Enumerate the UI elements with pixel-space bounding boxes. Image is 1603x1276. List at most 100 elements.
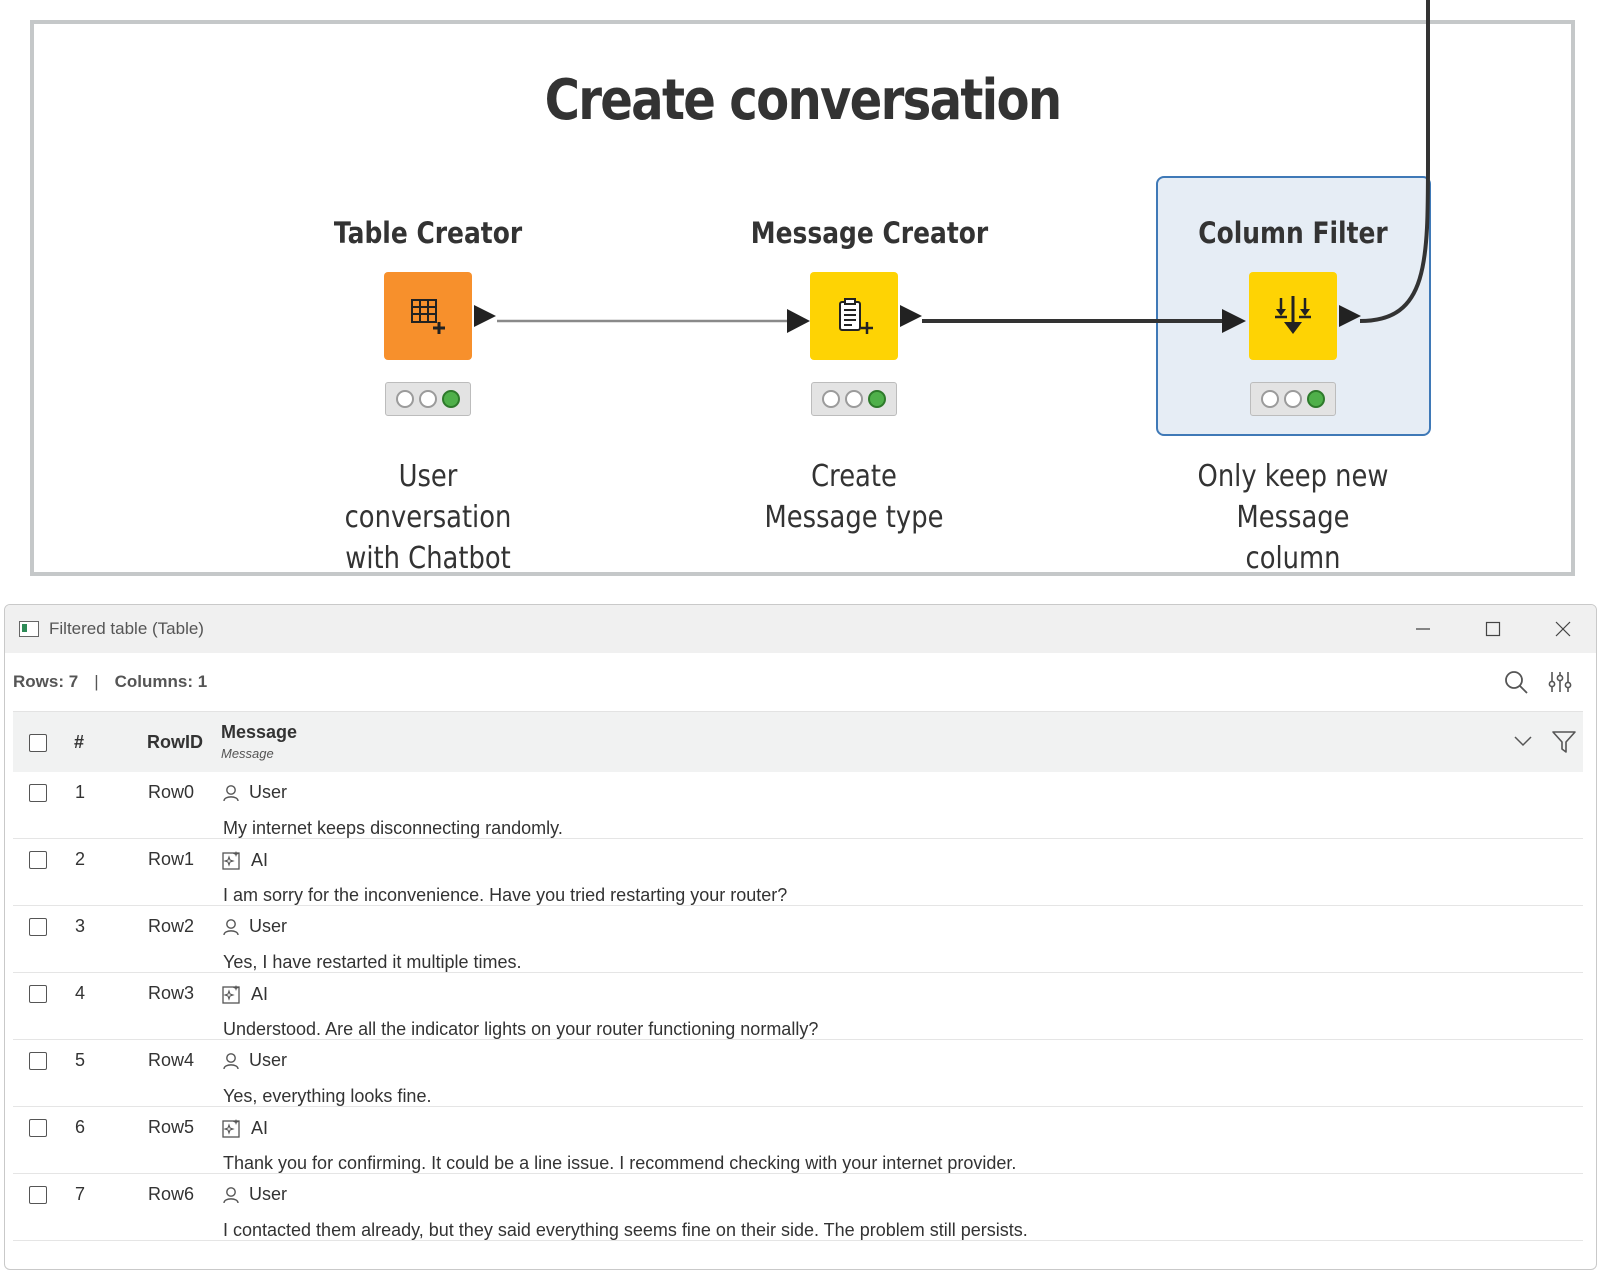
column-filter-button[interactable] [1551, 729, 1577, 760]
row-checkbox[interactable] [29, 784, 47, 802]
row-checkbox[interactable] [29, 1052, 47, 1070]
message-role-label: AI [251, 849, 269, 870]
table-row[interactable]: 1 Row0 User My internet keeps disconnecting… [13, 772, 1583, 839]
table-header-row: # RowID Message Message [13, 711, 1583, 772]
status-light-green [442, 390, 460, 408]
status-light-green [1307, 390, 1325, 408]
node-table-creator[interactable]: Table Creator User conversation with Cha… [308, 216, 548, 579]
node-icon-box[interactable] [384, 272, 496, 360]
settings-button[interactable] [1547, 669, 1573, 700]
search-icon [1505, 671, 1528, 694]
node-column-filter[interactable]: Column Filter Only keep new Message colu… [1173, 216, 1413, 579]
message-role: User [221, 1050, 287, 1071]
status-light-red [822, 390, 840, 408]
ai-sparkle-icon [222, 1119, 240, 1138]
status-light-yellow [1284, 390, 1302, 408]
chevron-down-icon [1514, 736, 1532, 747]
status-traffic-light [385, 382, 471, 416]
row-index: 1 [75, 782, 86, 802]
message-text: Thank you for confirming. It could be a … [223, 1153, 1017, 1173]
table-stats: Rows: 7 | Columns: 1 [13, 672, 207, 692]
message-role-label: AI [251, 1117, 269, 1138]
status-light-yellow [419, 390, 437, 408]
message-role-label: User [249, 782, 288, 802]
minimize-icon [1416, 628, 1430, 630]
table-row[interactable]: 3 Row2 User Yes, I have restarted it multip… [13, 906, 1583, 973]
row-id: Row6 [148, 1184, 195, 1204]
ai-sparkle-icon [222, 985, 240, 1004]
node-message-creator[interactable]: Message Creator Create Message type [734, 216, 989, 538]
table-view-window[interactable]: Filtered table (Table) Rows: 7 | Columns… [4, 604, 1597, 1270]
header-message[interactable]: Message [221, 722, 297, 743]
column-menu-button[interactable] [1513, 734, 1533, 753]
node-description-line: User conversation [344, 459, 512, 535]
table-plus-icon [411, 299, 445, 334]
row-id: Row1 [148, 849, 195, 869]
message-text: Understood. Are all the indicator lights… [223, 1019, 819, 1039]
node-description-line: Message column [1236, 500, 1350, 576]
rows-count: Rows: 7 [13, 672, 79, 691]
message-role-label: User [249, 1184, 288, 1204]
table-row[interactable]: 4 Row3 AI Understood. Are all the indicator… [13, 973, 1583, 1040]
node-description-line: Only keep new [1197, 459, 1389, 494]
status-light-red [1261, 390, 1279, 408]
node-name: Table Creator [333, 216, 523, 250]
message-role: User [221, 782, 287, 803]
node-icon-box[interactable] [1249, 272, 1361, 360]
status-traffic-light [1250, 382, 1336, 416]
message-text: I am sorry for the inconvenience. Have y… [223, 885, 788, 905]
message-text: Yes, I have restarted it multiple times. [223, 952, 522, 972]
table-row[interactable]: 6 Row5 AI Thank you for confirming. It coul… [13, 1107, 1583, 1174]
message-plus-icon [839, 298, 873, 334]
ai-sparkle-icon [222, 851, 240, 870]
close-button[interactable] [1540, 605, 1586, 653]
table-row[interactable]: 7 Row6 User I contacted them already, but t… [13, 1174, 1583, 1241]
message-role: User [221, 1184, 287, 1205]
table-row[interactable]: 2 Row1 AI I am sorry for the inconvenience.… [13, 839, 1583, 906]
table-body: 1 Row0 User My internet keeps disconnecting… [5, 772, 1596, 1241]
row-checkbox[interactable] [29, 1119, 47, 1137]
user-icon [223, 918, 239, 935]
row-checkbox[interactable] [29, 918, 47, 936]
row-id: Row4 [148, 1050, 195, 1070]
node-icon-box[interactable] [810, 272, 922, 360]
stats-separator: | [94, 672, 99, 691]
message-role-label: User [249, 916, 288, 936]
window-titlebar[interactable]: Filtered table (Table) [5, 605, 1596, 653]
row-index: 6 [75, 1117, 86, 1137]
annotation-title: Create conversation [544, 68, 1063, 133]
output-port[interactable] [474, 305, 496, 327]
table-toolbar: Rows: 7 | Columns: 1 [5, 653, 1596, 711]
row-id: Row2 [148, 916, 195, 936]
row-checkbox[interactable] [29, 985, 47, 1003]
node-description: Create Message type [751, 456, 957, 538]
node-name: Message Creator [750, 216, 989, 250]
message-text: My internet keeps disconnecting randomly… [223, 818, 563, 838]
row-index: 2 [75, 849, 86, 869]
message-role-label: User [249, 1050, 288, 1070]
output-port[interactable] [900, 305, 922, 327]
minimize-button[interactable] [1400, 605, 1446, 653]
header-rowid[interactable]: RowID [147, 732, 203, 753]
table-row[interactable]: 5 Row4 User Yes, everything looks fine. [13, 1040, 1583, 1107]
maximize-icon [1485, 621, 1501, 637]
sliders-icon [1548, 672, 1572, 692]
window-title: Filtered table (Table) [49, 619, 204, 638]
close-icon [1555, 621, 1571, 637]
row-index: 7 [75, 1184, 86, 1204]
select-all-checkbox[interactable] [29, 734, 47, 752]
message-role: User [221, 916, 287, 937]
row-id: Row3 [148, 983, 195, 1003]
row-index: 5 [75, 1050, 86, 1070]
output-port[interactable] [1339, 305, 1361, 327]
status-traffic-light [811, 382, 897, 416]
maximize-button[interactable] [1470, 605, 1516, 653]
row-checkbox[interactable] [29, 851, 47, 869]
search-button[interactable] [1503, 669, 1529, 700]
row-index: 3 [75, 916, 86, 936]
user-icon [223, 1052, 239, 1069]
row-checkbox[interactable] [29, 1186, 47, 1204]
message-text: I contacted them already, but they said … [223, 1220, 1028, 1240]
node-name: Column Filter [1198, 216, 1388, 250]
columns-count: Columns: 1 [114, 672, 208, 691]
